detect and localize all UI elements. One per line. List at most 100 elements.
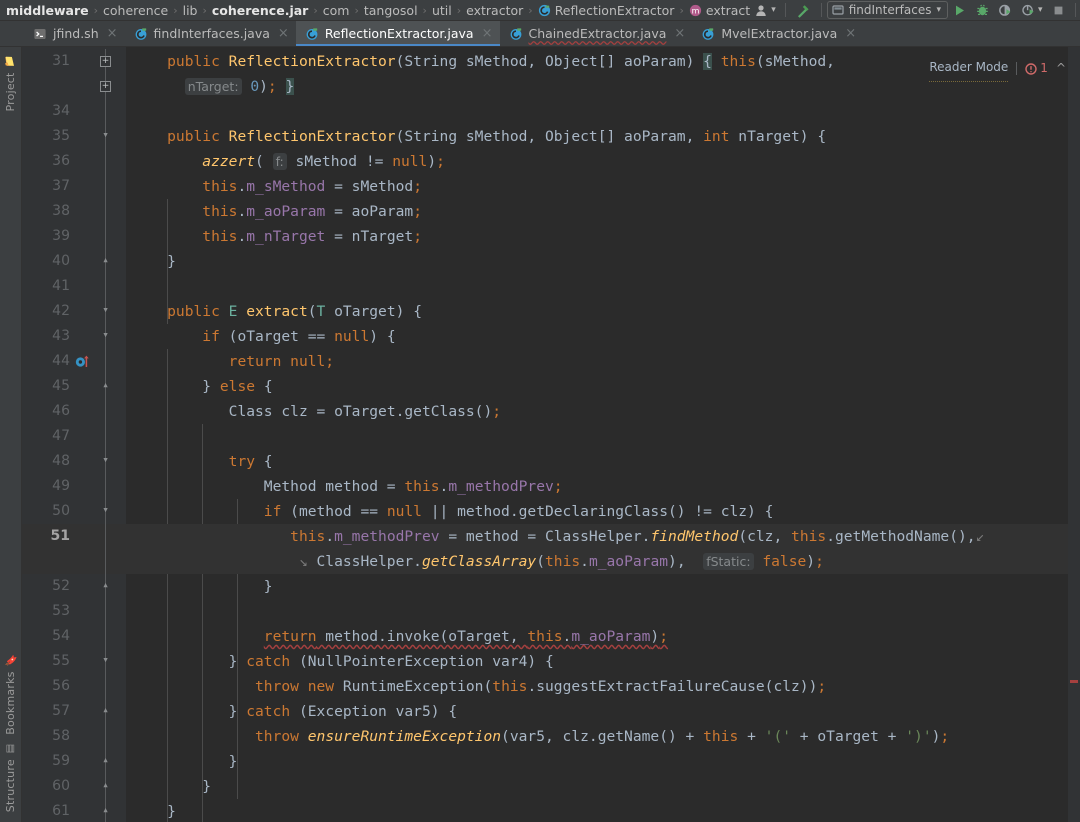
fold-collapse-icon[interactable]: ▾ (99, 454, 112, 468)
editor-tab-find-interfaces-java[interactable]: findInterfaces.java × (125, 21, 296, 46)
debug-icon[interactable] (971, 1, 994, 20)
fold-collapse-icon[interactable]: ▾ (99, 654, 112, 668)
fold-region[interactable]: ▴ (94, 699, 126, 724)
fold-region[interactable]: ▴ (94, 249, 126, 274)
fold-collapse-icon[interactable]: ▾ (99, 329, 112, 343)
fold-region[interactable]: ▴ (94, 799, 126, 822)
run-configuration-selector[interactable]: findInterfaces ▾ (826, 1, 949, 19)
fold-collapse-icon[interactable]: ▾ (99, 504, 112, 518)
fold-region[interactable]: ▴ (94, 574, 126, 599)
code-line[interactable]: 37 this.m_sMethod = sMethod; (22, 174, 1080, 199)
code-line[interactable]: 57 ▴ } catch (Exception var5) { (22, 699, 1080, 724)
fold-collapse-icon[interactable]: ▾ (99, 129, 112, 143)
editor-tab-reflection-extractor-java[interactable]: ReflectionExtractor.java × (295, 21, 500, 46)
close-icon[interactable]: × (278, 26, 289, 41)
code-line-caret[interactable]: 51 this.m_methodPrev = method = ClassHel… (22, 524, 1080, 549)
code-line-caret-wrapped[interactable]: ↘ ClassHelper.getClassArray(this.m_aoPar… (22, 549, 1080, 574)
breadcrumb-lib[interactable]: lib (183, 3, 198, 18)
code-line[interactable]: 47 (22, 424, 1080, 449)
breadcrumb-reflection-extractor[interactable]: ReflectionExtractor (538, 3, 674, 18)
breadcrumb-tangosol[interactable]: tangosol (364, 3, 418, 18)
close-icon[interactable]: × (482, 26, 493, 41)
fold-end-icon[interactable]: ▴ (99, 804, 112, 818)
code-line[interactable]: 59 ▴ } (22, 749, 1080, 774)
fold-region[interactable]: ▴ (94, 374, 126, 399)
stop-icon[interactable] (1047, 1, 1070, 20)
tool-button-project[interactable]: Project 📁 (4, 51, 17, 115)
close-icon[interactable]: × (845, 26, 856, 41)
error-marker[interactable] (1070, 680, 1078, 683)
code-line[interactable]: 53 (22, 599, 1080, 624)
code-line[interactable]: 34 (22, 99, 1080, 124)
fold-end-icon[interactable]: ▴ (99, 254, 112, 268)
run-icon[interactable] (948, 1, 971, 20)
code-line[interactable]: 61 ▴ } (22, 799, 1080, 822)
code-line[interactable]: 52 ▴ } (22, 574, 1080, 599)
code-line[interactable]: 56 throw new RuntimeException(this.sugge… (22, 674, 1080, 699)
fold-collapse-icon[interactable]: ▾ (99, 304, 112, 318)
fold-region[interactable]: ▴ (94, 774, 126, 799)
close-icon[interactable]: × (674, 26, 685, 41)
fold-end-icon[interactable]: ▴ (99, 704, 112, 718)
code-line[interactable]: 46 Class clz = oTarget.getClass(); (22, 399, 1080, 424)
code-line[interactable]: 36 azzert( f: sMethod != null); (22, 149, 1080, 174)
tool-button-bookmarks[interactable]: Bookmarks 🔖 (4, 650, 17, 739)
code-line[interactable]: 39 this.m_nTarget = nTarget; (22, 224, 1080, 249)
editor-tab-chained-extractor-java[interactable]: ChainedExtractor.java × (500, 21, 693, 46)
code-line[interactable]: 31 + public ReflectionExtractor(String s… (22, 49, 1080, 74)
code-line[interactable]: 58 throw ensureRuntimeException(var5, cl… (22, 724, 1080, 749)
fold-end-icon[interactable]: ▴ (99, 754, 112, 768)
fold-region[interactable]: ▾ (94, 324, 126, 349)
chevron-down-icon[interactable]: ▾ (937, 5, 942, 15)
fold-end-icon[interactable]: ▴ (99, 779, 112, 793)
editor-tab-jfind-sh[interactable]: jfind.sh × (24, 21, 125, 46)
fold-region[interactable]: + (94, 49, 126, 74)
fold-region[interactable]: ▴ (94, 749, 126, 774)
fold-region[interactable]: ▾ (94, 649, 126, 674)
code-line[interactable]: 40 ▴ } (22, 249, 1080, 274)
breadcrumb-coherence[interactable]: coherence (103, 3, 168, 18)
code-line[interactable]: 43 ▾ if (oTarget == null) { (22, 324, 1080, 349)
fold-end-icon[interactable]: ▴ (99, 579, 112, 593)
code-line[interactable]: 38 this.m_aoParam = aoParam; (22, 199, 1080, 224)
code-line[interactable]: 48 ▾ try { (22, 449, 1080, 474)
code-line[interactable]: 50 ▾ if (method == null || method.getDec… (22, 499, 1080, 524)
breadcrumb-com[interactable]: com (323, 3, 350, 18)
editor-marker-scrollbar[interactable] (1068, 47, 1080, 822)
fold-region[interactable]: ▾ (94, 299, 126, 324)
hammer-build-icon[interactable] (791, 1, 816, 20)
fold-expand-icon[interactable]: + (100, 81, 111, 92)
breadcrumb-coherence-jar[interactable]: coherence.jar (212, 3, 308, 18)
chevron-up-icon[interactable]: ^ (1056, 56, 1066, 81)
fold-region[interactable]: ▾ (94, 499, 126, 524)
fold-region[interactable]: + (94, 74, 126, 99)
code-line[interactable]: 41 (22, 274, 1080, 299)
code-content[interactable]: 31 + public ReflectionExtractor(String s… (22, 47, 1080, 822)
code-line[interactable]: 44 return null; (22, 349, 1080, 374)
code-line[interactable]: 35 ▾ public ReflectionExtractor(String s… (22, 124, 1080, 149)
error-count-indicator[interactable]: 1 (1025, 56, 1048, 81)
breadcrumb-extract-method[interactable]: m extract (689, 3, 750, 18)
code-editor[interactable]: Reader Mode 1 ^ 31 + public ReflectionEx… (22, 47, 1080, 822)
gutter-icon-slot[interactable] (74, 299, 94, 367)
code-line[interactable]: 45 ▴ } else { (22, 374, 1080, 399)
run-with-coverage-icon[interactable] (994, 1, 1017, 20)
fold-region[interactable]: ▾ (94, 449, 126, 474)
reader-mode-label[interactable]: Reader Mode (929, 55, 1009, 82)
breadcrumb-util[interactable]: util (432, 3, 452, 18)
breadcrumb-extractor[interactable]: extractor (466, 3, 523, 18)
breadcrumb-middleware[interactable]: middleware (6, 3, 89, 18)
fold-expand-icon[interactable]: + (100, 56, 111, 67)
code-line[interactable]: 60 ▴ } (22, 774, 1080, 799)
tool-button-structure[interactable]: Structure ▤ (4, 739, 17, 816)
code-line-wrapped[interactable]: + nTarget: 0); } (22, 74, 1080, 99)
code-line[interactable]: 49 Method method = this.m_methodPrev; (22, 474, 1080, 499)
editor-tab-mvel-extractor-java[interactable]: MvelExtractor.java × (692, 21, 863, 46)
user-avatar-icon[interactable]: ▾ (750, 1, 780, 20)
profiler-icon[interactable]: ▾ (1017, 1, 1047, 20)
close-icon[interactable]: × (107, 26, 118, 41)
code-line[interactable]: 54 return method.invoke(oTarget, this.m_… (22, 624, 1080, 649)
code-line[interactable]: 55 ▾ } catch (NullPointerException var4)… (22, 649, 1080, 674)
code-line[interactable]: 42 ▾ public E extract(T oTarget) { (22, 299, 1080, 367)
fold-end-icon[interactable]: ▴ (99, 379, 112, 393)
